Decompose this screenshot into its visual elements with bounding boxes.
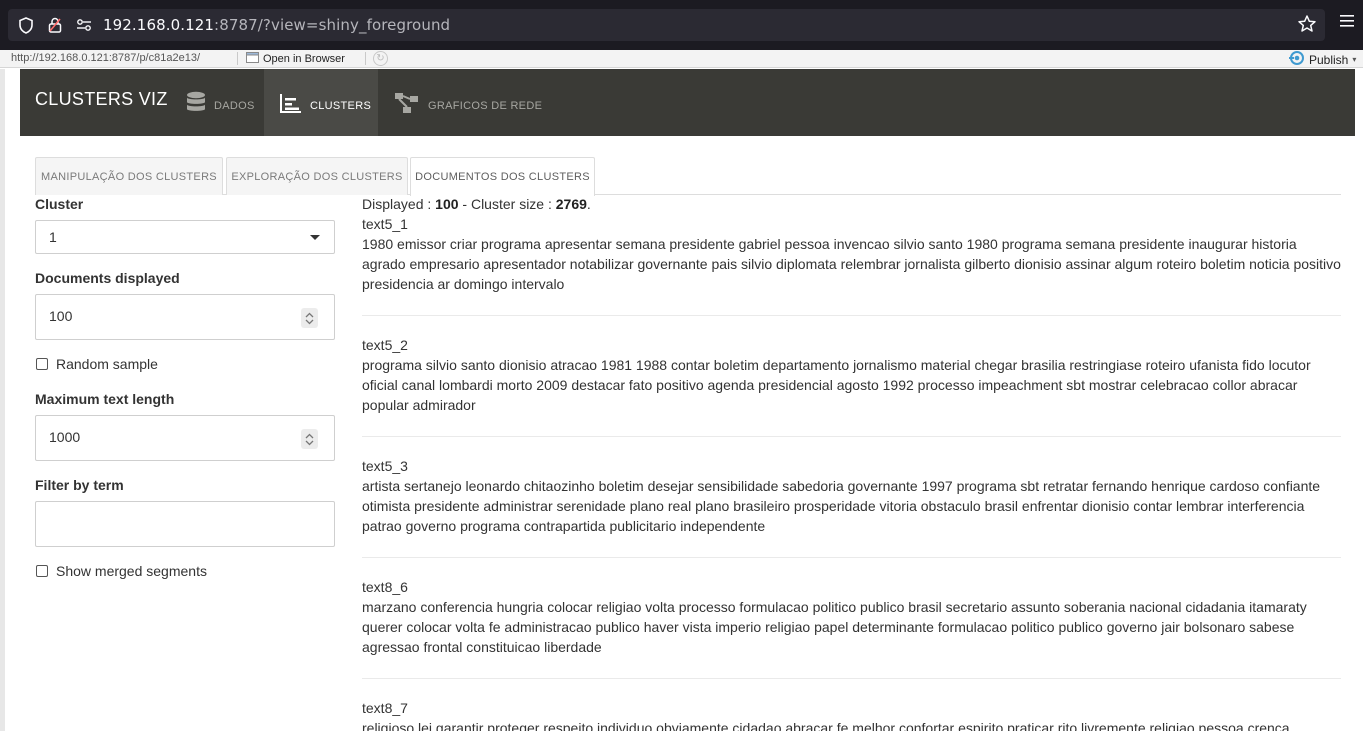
nav-item-graficos-de-rede[interactable]: GRAFICOS DE REDE xyxy=(378,69,558,136)
url-host: 192.168.0.121 xyxy=(103,16,215,34)
document-divider xyxy=(362,557,1341,558)
tab-documentos-dos-clusters[interactable]: DOCUMENTOS DOS CLUSTERS xyxy=(410,157,595,196)
document-text: marzano conferencia hungria colocar reli… xyxy=(362,599,1307,655)
open-in-browser-button[interactable]: Open in Browser xyxy=(246,52,345,66)
maximum-text-length-value: 1000 xyxy=(49,429,81,445)
random-sample-label: Random sample xyxy=(56,356,158,372)
document-name: text5_1 xyxy=(362,216,408,232)
document-name: text5_2 xyxy=(362,337,408,353)
summary-prefix: Displayed : xyxy=(362,196,436,212)
document-name: text5_3 xyxy=(362,458,408,474)
toolbar-divider xyxy=(237,52,238,65)
shield-icon[interactable] xyxy=(15,14,37,36)
viewer-url: http://192.168.0.121:8787/p/c81a2e13/ xyxy=(11,52,200,64)
tab-label: MANIPULAÇÃO DOS CLUSTERS xyxy=(41,170,217,183)
bar-chart-icon xyxy=(280,93,302,113)
nav-label-dados: DADOS xyxy=(214,99,255,112)
tab-label: EXPLORAÇÃO DOS CLUSTERS xyxy=(231,170,403,183)
random-sample-checkbox-row[interactable]: Random sample xyxy=(35,356,158,372)
maximum-text-length-input[interactable]: 1000 xyxy=(35,415,335,461)
document-item: text5_1 1980 emissor criar programa apre… xyxy=(362,214,1341,294)
publish-icon xyxy=(1289,51,1305,68)
show-merged-segments-checkbox-row[interactable]: Show merged segments xyxy=(35,563,207,579)
tab-manipulacao-dos-clusters[interactable]: MANIPULAÇÃO DOS CLUSTERS xyxy=(35,157,223,195)
lock-icon[interactable] xyxy=(44,14,66,36)
chevron-down-icon: ▾ xyxy=(1352,55,1357,64)
nav-label-graficos-de-rede: GRAFICOS DE REDE xyxy=(428,99,543,112)
caret-down-icon xyxy=(310,235,320,240)
tab-label: DOCUMENTOS DOS CLUSTERS xyxy=(415,171,590,183)
documents-displayed-label: Documents displayed xyxy=(35,270,180,286)
nav-item-dados[interactable]: DADOS xyxy=(170,69,271,136)
browser-toolbar: 192.168.0.121:8787/?view=shiny_foregroun… xyxy=(0,0,1363,50)
network-icon xyxy=(394,92,420,114)
document-divider xyxy=(362,315,1341,316)
url-path: :8787/?view=shiny_foreground xyxy=(214,16,451,34)
summary-middle: - Cluster size : xyxy=(458,196,556,212)
publish-label: Publish xyxy=(1309,52,1349,67)
documents-summary: Displayed : 100 - Cluster size : 2769. xyxy=(362,196,591,212)
number-spinner-icon[interactable] xyxy=(301,308,318,328)
database-icon xyxy=(186,91,206,115)
show-merged-segments-checkbox[interactable] xyxy=(36,565,48,577)
viewer-toolbar: http://192.168.0.121:8787/p/c81a2e13/ Op… xyxy=(0,50,1363,68)
document-text: 1980 emissor criar programa apresentar s… xyxy=(362,236,1341,292)
cluster-size-count: 2769 xyxy=(555,196,587,212)
document-item: text8_6 marzano conferencia hungria colo… xyxy=(362,577,1341,657)
number-spinner-icon[interactable] xyxy=(301,429,318,449)
url-text[interactable]: 192.168.0.121:8787/?view=shiny_foregroun… xyxy=(103,16,450,34)
nav-item-clusters[interactable]: CLUSTERS xyxy=(264,69,378,136)
random-sample-checkbox[interactable] xyxy=(36,358,48,370)
document-name: text8_7 xyxy=(362,700,408,716)
document-divider xyxy=(362,678,1341,679)
show-merged-segments-label: Show merged segments xyxy=(56,563,207,579)
documents-displayed-value: 100 xyxy=(49,308,73,324)
document-item: text5_3 artista sertanejo leonardo chita… xyxy=(362,456,1341,536)
open-in-browser-label: Open in Browser xyxy=(263,53,345,65)
cluster-select-value: 1 xyxy=(49,229,57,245)
nav-label-clusters: CLUSTERS xyxy=(310,99,372,112)
document-text: artista sertanejo leonardo chitaozinho b… xyxy=(362,478,1321,534)
publish-button[interactable]: Publish ▾ xyxy=(1289,51,1356,68)
filter-by-term-input[interactable] xyxy=(35,501,335,547)
document-item: text8_7 religioso lei garantir proteger … xyxy=(362,698,1341,731)
bookmark-star-icon[interactable] xyxy=(1297,14,1317,38)
tab-exploracao-dos-clusters[interactable]: EXPLORAÇÃO DOS CLUSTERS xyxy=(226,157,408,195)
toolbar-divider xyxy=(365,52,366,65)
refresh-icon[interactable]: ↻ xyxy=(373,51,388,66)
permissions-icon[interactable] xyxy=(73,14,95,36)
viewer-left-edge xyxy=(0,69,5,731)
cluster-label: Cluster xyxy=(35,196,84,212)
app-brand[interactable]: CLUSTERS VIZ xyxy=(35,89,168,110)
document-divider xyxy=(362,436,1341,437)
filter-by-term-label: Filter by term xyxy=(35,477,124,493)
documents-displayed-input[interactable]: 100 xyxy=(35,294,335,340)
app-navbar: CLUSTERS VIZ DADOS CLUSTERS GRAFICOS DE … xyxy=(20,69,1355,136)
document-item: text5_2 programa silvio santo dionisio a… xyxy=(362,335,1341,415)
cluster-select[interactable]: 1 xyxy=(35,220,335,254)
document-text: religioso lei garantir proteger respeito… xyxy=(362,720,1290,731)
address-bar[interactable]: 192.168.0.121:8787/?view=shiny_foregroun… xyxy=(8,9,1325,41)
summary-suffix: . xyxy=(586,196,591,212)
maximum-text-length-label: Maximum text length xyxy=(35,391,175,407)
cluster-tabs: MANIPULAÇÃO DOS CLUSTERS EXPLORAÇÃO DOS … xyxy=(35,157,1341,196)
displayed-count: 100 xyxy=(435,196,459,212)
document-text: programa silvio santo dionisio atracao 1… xyxy=(362,357,1311,413)
open-window-icon xyxy=(246,52,259,66)
hamburger-menu-icon[interactable] xyxy=(1339,14,1357,36)
document-name: text8_6 xyxy=(362,579,408,595)
